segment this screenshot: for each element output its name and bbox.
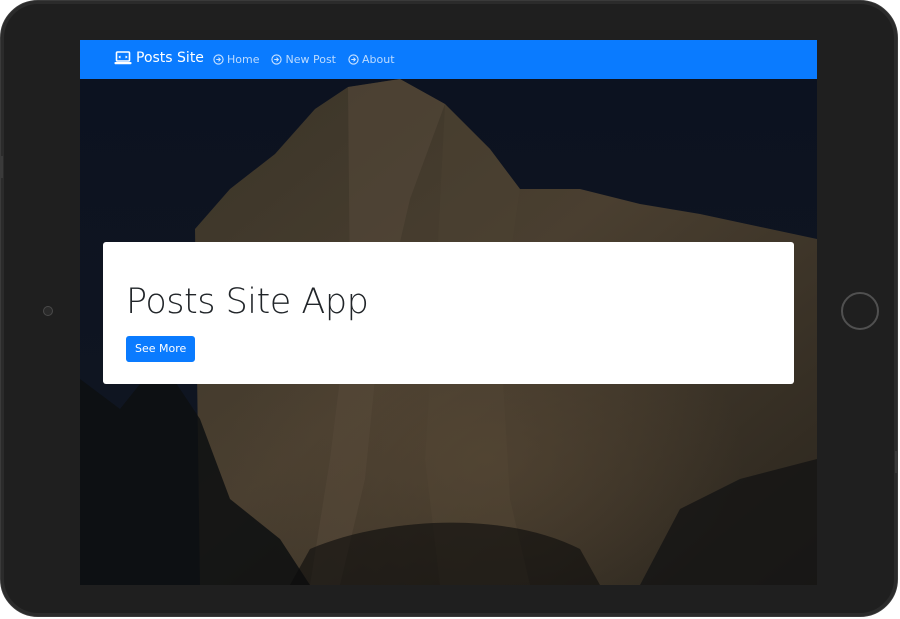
hero-card: Posts Site App See More bbox=[103, 242, 794, 384]
nav-link-label: New Post bbox=[285, 53, 336, 66]
app-screen: Posts Site Home New Post About Posts Sit… bbox=[80, 40, 817, 585]
tablet-camera bbox=[43, 306, 53, 316]
nav-link-about[interactable]: About bbox=[348, 53, 395, 66]
tablet-side-button bbox=[895, 451, 898, 473]
tablet-frame: Posts Site Home New Post About Posts Sit… bbox=[0, 0, 898, 617]
tablet-side-button bbox=[0, 156, 3, 178]
hero-title: Posts Site App bbox=[126, 282, 369, 322]
nav-link-new-post[interactable]: New Post bbox=[271, 53, 336, 66]
arrow-circle-right-icon bbox=[271, 54, 283, 65]
laptop-icon bbox=[114, 51, 132, 65]
see-more-button[interactable]: See More bbox=[126, 336, 196, 362]
top-navbar: Posts Site Home New Post About bbox=[80, 40, 817, 79]
navbar-brand[interactable]: Posts Site bbox=[114, 50, 204, 66]
arrow-circle-right-icon bbox=[213, 54, 224, 65]
arrow-circle-right-icon bbox=[348, 54, 359, 65]
tablet-home-button[interactable] bbox=[841, 292, 879, 330]
brand-label: Posts Site bbox=[136, 50, 204, 66]
nav-link-label: Home bbox=[227, 53, 260, 66]
nav-link-label: About bbox=[362, 53, 395, 66]
navbar-links: Home New Post About bbox=[213, 53, 407, 66]
nav-link-home[interactable]: Home bbox=[213, 53, 259, 66]
